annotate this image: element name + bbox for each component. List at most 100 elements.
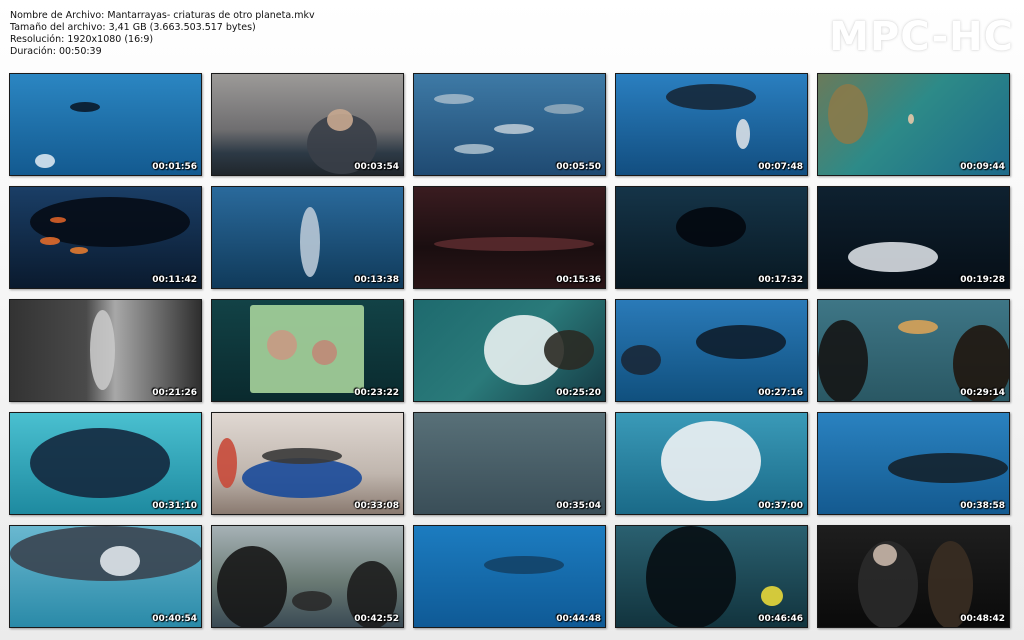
thumbnail-timestamp: 00:46:46 — [758, 614, 803, 624]
file-size: Tamaño del archivo: 3,41 GB (3.663.503.5… — [10, 22, 256, 33]
thumbnail-timestamp: 00:17:32 — [758, 275, 803, 285]
scene-shape — [70, 102, 100, 112]
thumbnail-frame-image — [212, 74, 403, 175]
thumbnail-frame-image — [616, 413, 807, 514]
scene-shape — [217, 546, 287, 627]
thumbnail-19: 00:37:00 — [615, 412, 808, 515]
thumbnail-timestamp: 00:25:20 — [556, 388, 601, 398]
thumbnail-timestamp: 00:48:42 — [960, 614, 1005, 624]
scene-shape — [544, 330, 594, 370]
scene-shape — [621, 345, 661, 375]
scene-shape — [262, 448, 342, 464]
scene-shape — [818, 320, 868, 401]
thumbnail-5: 00:09:44 — [817, 73, 1010, 176]
thumbnail-frame-image — [10, 526, 201, 627]
thumbnail-11: 00:21:26 — [9, 299, 202, 402]
thumbnail-7: 00:13:38 — [211, 186, 404, 289]
thumbnail-frame-image — [818, 526, 1009, 627]
thumbnail-timestamp: 00:23:22 — [354, 388, 399, 398]
scene-shape — [100, 546, 140, 576]
scene-shape — [267, 330, 297, 360]
thumbnail-10: 00:19:28 — [817, 186, 1010, 289]
scene-shape — [908, 114, 914, 124]
thumbnail-frame-image — [414, 187, 605, 288]
thumbnail-timestamp: 00:35:04 — [556, 501, 601, 511]
scene-shape — [898, 320, 938, 334]
scene-shape — [494, 124, 534, 134]
thumbnail-timestamp: 00:05:50 — [556, 162, 601, 172]
scene-shape — [828, 84, 868, 144]
thumbnail-timestamp: 00:38:58 — [960, 501, 1005, 511]
thumbnail-timestamp: 00:09:44 — [960, 162, 1005, 172]
scene-shape — [90, 310, 115, 390]
thumbnail-24: 00:46:46 — [615, 525, 808, 628]
thumbnail-grid: 00:01:56 00:03:54 00:05:50 00:07:48 00:09:44… — [9, 73, 1013, 628]
file-name: Nombre de Archivo: Mantarrayas- criatura… — [10, 10, 315, 21]
thumbnail-25: 00:48:42 — [817, 525, 1010, 628]
scene-shape — [434, 94, 474, 104]
thumbnail-frame-image — [414, 74, 605, 175]
scene-shape — [484, 556, 564, 574]
thumbnail-20: 00:38:58 — [817, 412, 1010, 515]
thumbnail-3: 00:05:50 — [413, 73, 606, 176]
scene-shape — [646, 526, 736, 627]
thumbnail-timestamp: 00:29:14 — [960, 388, 1005, 398]
thumbnail-frame-image — [212, 300, 403, 401]
thumbnail-timestamp: 00:37:00 — [758, 501, 803, 511]
file-info: Nombre de Archivo: Mantarrayas- criatura… — [10, 10, 315, 58]
thumbnail-frame-image — [414, 413, 605, 514]
thumbnail-frame-image — [818, 413, 1009, 514]
scene-shape — [70, 247, 88, 254]
thumbnail-frame-image — [414, 526, 605, 627]
thumbnail-timestamp: 00:19:28 — [960, 275, 1005, 285]
scene-shape — [661, 421, 761, 501]
thumbnail-timestamp: 00:27:16 — [758, 388, 803, 398]
scene-shape — [50, 217, 66, 223]
scene-shape — [292, 591, 332, 611]
scene-shape — [454, 144, 494, 154]
thumbnail-2: 00:03:54 — [211, 73, 404, 176]
thumbnail-16: 00:31:10 — [9, 412, 202, 515]
scene-shape — [873, 544, 897, 566]
thumbnail-timestamp: 00:11:42 — [152, 275, 197, 285]
thumbnail-timestamp: 00:44:48 — [556, 614, 601, 624]
thumbnail-frame-image — [616, 526, 807, 627]
scene-shape — [736, 119, 750, 149]
thumbnail-timestamp: 00:07:48 — [758, 162, 803, 172]
thumbnail-frame-image — [818, 74, 1009, 175]
scene-shape — [300, 207, 320, 277]
thumbnail-frame-image — [616, 74, 807, 175]
thumbnail-frame-image — [10, 300, 201, 401]
app-logo: MPC-HC — [829, 14, 1014, 60]
thumbnail-15: 00:29:14 — [817, 299, 1010, 402]
thumbnail-frame-image — [818, 187, 1009, 288]
thumbnail-timestamp: 00:21:26 — [152, 388, 197, 398]
thumbnail-9: 00:17:32 — [615, 186, 808, 289]
scene-shape — [666, 84, 756, 110]
file-resolution: Resolución: 1920x1080 (16:9) — [10, 34, 154, 45]
scene-shape — [434, 237, 594, 251]
thumbnail-frame-image — [10, 74, 201, 175]
scene-shape — [696, 325, 786, 359]
scene-shape — [217, 438, 237, 488]
scene-shape — [888, 453, 1008, 483]
scene-shape — [761, 586, 783, 606]
thumbnail-frame-image — [818, 300, 1009, 401]
thumbnail-frame-image — [414, 300, 605, 401]
thumbnail-22: 00:42:52 — [211, 525, 404, 628]
thumbnail-timestamp: 00:40:54 — [152, 614, 197, 624]
scene-shape — [40, 237, 60, 245]
scene-shape — [312, 340, 337, 365]
scene-shape — [676, 207, 746, 247]
thumbnail-21: 00:40:54 — [9, 525, 202, 628]
scene-shape — [35, 154, 55, 168]
thumbnail-frame-image — [212, 526, 403, 627]
scene-shape — [544, 104, 584, 114]
thumbnail-14: 00:27:16 — [615, 299, 808, 402]
scene-shape — [848, 242, 938, 272]
thumbnail-12: 00:23:22 — [211, 299, 404, 402]
scene-shape — [327, 109, 353, 131]
thumbnail-frame-image — [10, 413, 201, 514]
thumbnail-frame-image — [10, 187, 201, 288]
thumbnail-4: 00:07:48 — [615, 73, 808, 176]
